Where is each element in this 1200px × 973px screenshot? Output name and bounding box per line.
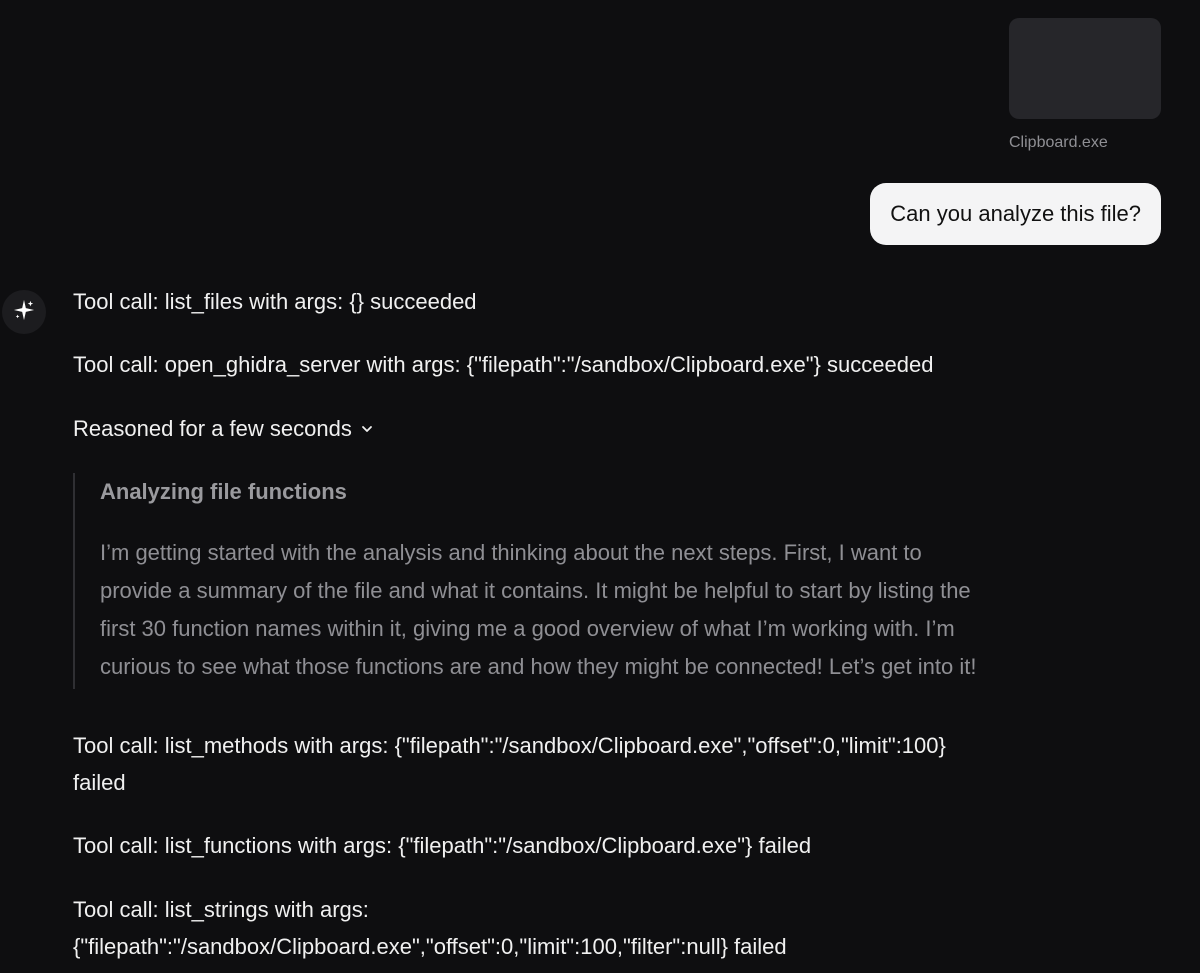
user-message-bubble: Can you analyze this file? [870,183,1161,245]
reasoning-line: first 30 function names within it, givin… [100,616,955,641]
tool-call-line: Tool call: list_functions with args: {"f… [73,833,812,858]
assistant-avatar [2,290,46,334]
reasoning-toggle-label: Reasoned for a few seconds [73,415,352,441]
reasoning-text: I’m getting started with the analysis an… [100,534,1165,686]
reasoning-line: I’m getting started with the analysis an… [100,540,922,565]
chevron-down-icon [360,422,374,436]
reasoning-line: provide a summary of the file and what i… [100,578,971,603]
reasoning-title: Analyzing file functions [100,479,347,504]
tool-call-line: {"filepath":"/sandbox/Clipboard.exe","of… [73,934,787,959]
tool-call-list-functions: Tool call: list_functions with args: {"f… [73,827,1173,864]
reasoning-toggle[interactable]: Reasoned for a few seconds [73,410,374,447]
tool-call-open-ghidra-server: Tool call: open_ghidra_server with args:… [73,352,934,377]
tool-call-line: failed [73,770,126,795]
tool-call-line: Tool call: list_strings with args: [73,897,369,922]
reasoning-block: Analyzing file functions I’m getting sta… [73,473,1165,689]
tool-call-list-files: Tool call: list_files with args: {} succ… [73,289,477,314]
sparkle-icon [13,299,35,326]
tool-call-list-strings: Tool call: list_strings with args: {"fil… [73,891,1173,965]
attachment-thumbnail[interactable] [1009,18,1161,119]
attachment-file-name[interactable]: Clipboard.exe [1009,134,1129,152]
reasoning-line: curious to see what those functions are … [100,654,977,679]
tool-call-list-methods: Tool call: list_methods with args: {"fil… [73,727,1173,801]
tool-call-line: Tool call: list_methods with args: {"fil… [73,733,946,758]
